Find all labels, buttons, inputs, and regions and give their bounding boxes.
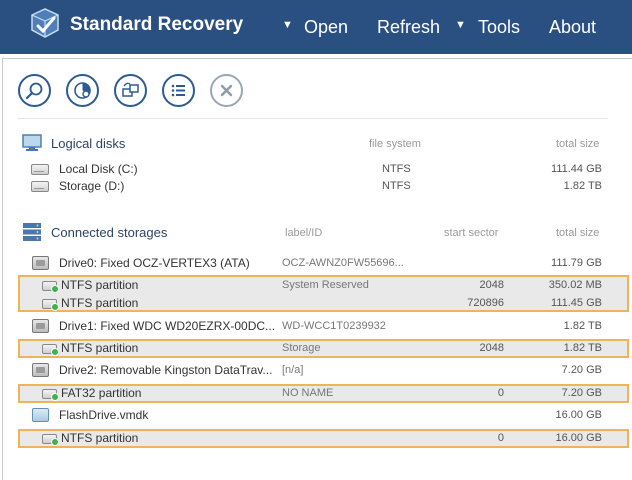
list-icon	[171, 84, 185, 97]
disk-icon	[31, 164, 49, 175]
menu-about[interactable]: About	[549, 17, 596, 38]
partition-name: FAT32 partition	[61, 386, 142, 400]
col-label-id: label/ID	[285, 227, 323, 239]
drive-label: WD-WCC1T0239932	[282, 320, 386, 332]
partition-name: NTFS partition	[61, 278, 139, 292]
partition-label: System Reserved	[282, 279, 369, 291]
disk-total-size: 111.44 GB	[551, 163, 602, 175]
logical-disk-row[interactable]: Local Disk (C:) NTFS 111.44 GB	[30, 161, 610, 179]
disk-file-system: NTFS	[382, 180, 411, 192]
partition-icon	[42, 344, 59, 356]
drive-total-size: 1.82 TB	[563, 320, 602, 332]
scan-icon	[74, 82, 91, 99]
partition-name: NTFS partition	[61, 296, 139, 310]
menu-refresh[interactable]: Refresh	[377, 17, 440, 38]
drive-total-size: 7.20 GB	[561, 364, 602, 376]
partition-row[interactable]: NTFS partition 0 16.00 GB	[30, 430, 610, 448]
drive-row[interactable]: FlashDrive.vmdk 16.00 GB	[30, 407, 610, 425]
menu-tools[interactable]: Tools	[478, 17, 520, 38]
partition-total-size: 111.45 GB	[551, 297, 602, 309]
drive-row[interactable]: Drive2: Removable Kingston DataTrav... […	[30, 362, 610, 380]
drive-row[interactable]: Drive1: Fixed WDC WD20EZRX-00DC... WD-WC…	[30, 318, 610, 336]
partition-total-size: 1.82 TB	[563, 342, 602, 354]
partition-name: NTFS partition	[61, 341, 139, 355]
disk-file-system: NTFS	[382, 163, 411, 175]
disk-total-size: 1.82 TB	[563, 180, 602, 192]
partition-total-size: 7.20 GB	[561, 387, 602, 399]
search-button[interactable]	[18, 74, 51, 107]
convert-icon	[122, 82, 139, 97]
tools-dropdown-icon[interactable]: ▼	[455, 19, 466, 31]
partition-icon	[42, 281, 59, 293]
partition-row[interactable]: NTFS partition Storage 2048 1.82 TB	[30, 340, 610, 358]
partition-row[interactable]: FAT32 partition NO NAME 0 7.20 GB	[30, 385, 610, 403]
drive-row[interactable]: Drive0: Fixed OCZ-VERTEX3 (ATA) OCZ-AWNZ…	[30, 255, 610, 273]
partition-icon	[42, 389, 59, 401]
disk-name: Storage (D:)	[59, 179, 125, 193]
partition-total-size: 350.02 MB	[548, 279, 602, 291]
app-title: Standard Recovery	[70, 14, 244, 35]
connected-storages-title: Connected storages	[51, 225, 168, 240]
partition-start-sector: 0	[497, 432, 504, 444]
partition-name: NTFS partition	[61, 431, 139, 445]
convert-button[interactable]	[114, 74, 147, 107]
logical-disks-title: Logical disks	[51, 136, 126, 151]
drive-name: Drive0: Fixed OCZ-VERTEX3 (ATA)	[59, 256, 250, 270]
drive-name: FlashDrive.vmdk	[59, 408, 149, 422]
drive-name: Drive2: Removable Kingston DataTrav...	[59, 363, 273, 377]
usb-drive-icon	[32, 363, 49, 377]
partition-start-sector: 2048	[479, 342, 504, 354]
partition-icon	[42, 299, 59, 311]
partition-row[interactable]: NTFS partition System Reserved 2048 350.…	[30, 277, 610, 295]
list-button[interactable]	[162, 74, 195, 107]
drive-label: OCZ-AWNZ0FW55696...	[282, 257, 404, 269]
partition-start-sector: 720896	[467, 297, 504, 309]
partition-row[interactable]: NTFS partition 720896 111.45 GB	[30, 295, 610, 313]
partition-icon	[42, 434, 59, 446]
disk-icon	[31, 181, 49, 192]
app-header: Standard Recovery ▼ Open Refresh ▼ Tools…	[0, 0, 632, 54]
drive-name: Drive1: Fixed WDC WD20EZRX-00DC...	[59, 319, 276, 333]
partition-start-sector: 2048	[479, 279, 504, 291]
scan-button[interactable]	[66, 74, 99, 107]
partition-label: Storage	[282, 342, 321, 354]
disk-name: Local Disk (C:)	[59, 162, 138, 176]
close-icon	[220, 84, 233, 97]
partition-start-sector: 0	[497, 387, 504, 399]
partition-label: NO NAME	[282, 387, 334, 399]
col-file-system: file system	[369, 138, 421, 150]
col-total-size: total size	[556, 227, 600, 239]
storage-stack-icon	[23, 223, 41, 241]
hdd-icon	[32, 256, 49, 270]
logical-disk-row[interactable]: Storage (D:) NTFS 1.82 TB	[30, 178, 610, 196]
vmdk-icon	[32, 408, 49, 422]
partition-total-size: 16.00 GB	[555, 432, 602, 444]
search-icon	[25, 82, 43, 100]
monitor-icon	[22, 134, 42, 151]
toolbar-divider	[18, 118, 608, 119]
close-button[interactable]	[210, 74, 243, 107]
col-total-size: total size	[556, 138, 600, 150]
open-dropdown-icon[interactable]: ▼	[282, 19, 293, 31]
menu-open[interactable]: Open	[304, 17, 348, 38]
app-logo-icon	[31, 8, 59, 38]
drive-total-size: 111.79 GB	[551, 257, 602, 269]
hdd-icon	[32, 319, 49, 333]
drive-total-size: 16.00 GB	[555, 409, 602, 421]
col-start-sector: start sector	[444, 227, 499, 239]
drive-label: [n/a]	[282, 364, 304, 376]
